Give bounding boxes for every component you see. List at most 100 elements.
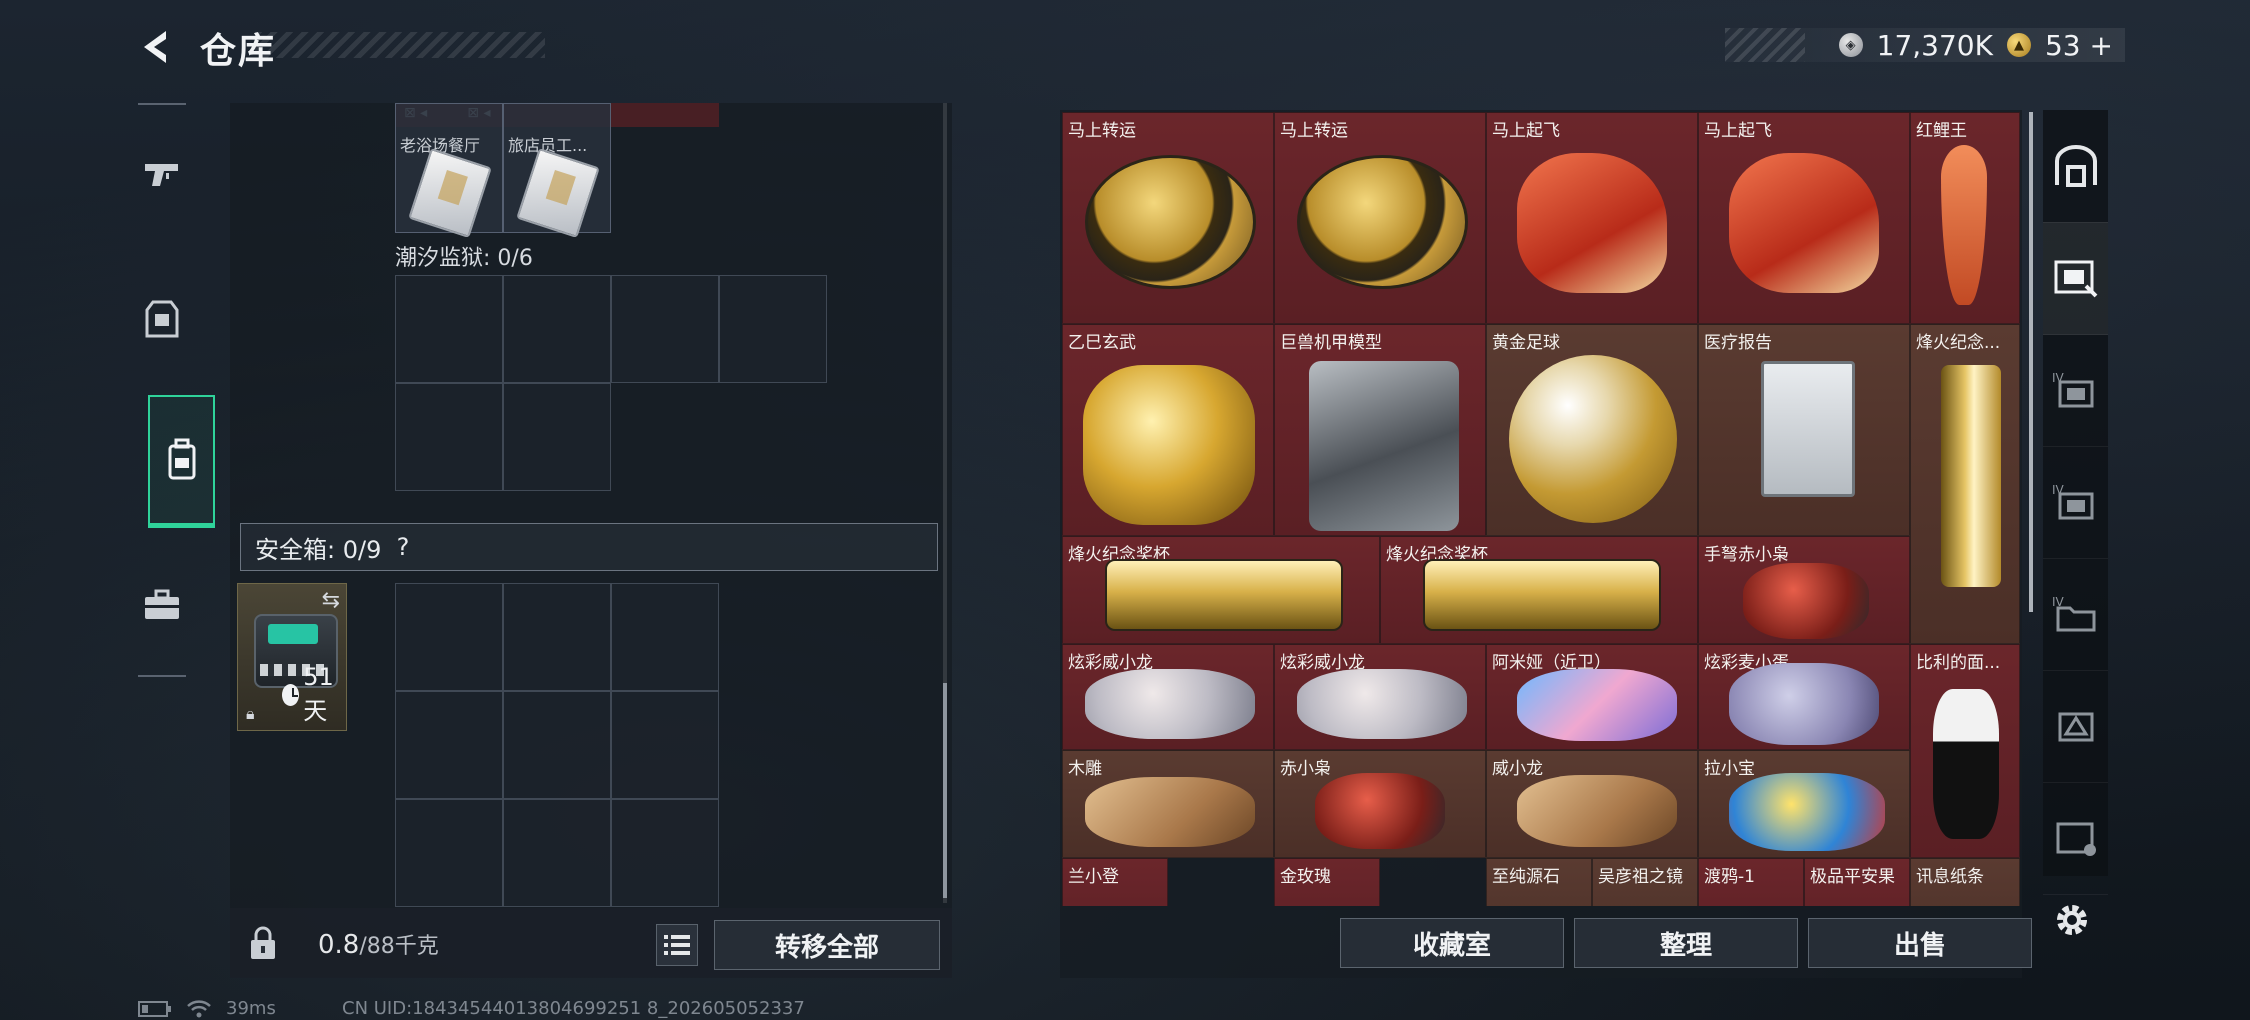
item-name: 马上转运 <box>1068 121 1136 141</box>
wifi-icon <box>187 999 211 1017</box>
item-name: 马上转运 <box>1280 121 1348 141</box>
warehouse-scrollbar[interactable] <box>2029 112 2033 612</box>
back-button[interactable] <box>135 24 181 70</box>
grid-slot[interactable] <box>395 691 503 799</box>
grid-slot[interactable] <box>503 383 611 491</box>
warehouse-item[interactable]: 至纯源石 <box>1486 858 1592 906</box>
tab-warehouse-6[interactable] <box>2043 782 2108 895</box>
warehouse-item[interactable]: 兰小登 <box>1062 858 1168 906</box>
grid-slot[interactable] <box>395 583 503 691</box>
grid-slot[interactable] <box>719 275 827 383</box>
warehouse-slot-icon <box>2054 260 2097 298</box>
warehouse-item[interactable]: 马上转运 <box>1274 112 1486 324</box>
item-keycard-1[interactable]: 老浴场餐厅 <box>395 103 503 239</box>
warehouse-item[interactable]: 黄金足球 <box>1486 324 1698 536</box>
tab-warehouse-1[interactable] <box>2043 222 2108 335</box>
tab-warehouse-2[interactable]: IV <box>2043 334 2108 447</box>
transfer-all-button[interactable]: 转移全部 <box>714 920 940 970</box>
grid-slot[interactable] <box>503 799 611 907</box>
tab-weapons[interactable] <box>138 145 186 205</box>
grid-slot[interactable] <box>395 383 503 491</box>
warehouse-item[interactable]: 马上起飞 <box>1698 112 1910 324</box>
item-name: 乙巳玄武 <box>1068 333 1136 353</box>
warehouse-item[interactable]: 渡鸦-1 <box>1698 858 1804 906</box>
grid-slot[interactable] <box>611 691 719 799</box>
page-title: 仓库 <box>200 31 277 72</box>
warehouse-item[interactable]: 讯息纸条 <box>1910 858 2020 906</box>
warehouse-item[interactable]: 阿米娅（近卫） <box>1486 644 1698 750</box>
category-tabs <box>138 103 215 677</box>
gold-coin-value[interactable]: 53 + <box>2045 29 2113 62</box>
warehouse-item[interactable]: 吴彦祖之镜 <box>1592 858 1698 906</box>
safebox-label: 安全箱: 0/9 <box>255 535 382 564</box>
organize-button[interactable]: 整理 <box>1574 918 1798 968</box>
tab-briefcase[interactable] <box>138 575 186 635</box>
tab-backpack[interactable] <box>148 395 215 528</box>
warehouse-grid: 马上转运 马上转运 马上起飞 马上起飞 红鲤王 乙巳玄武 巨兽机甲模型 黄金足球… <box>1062 112 2020 906</box>
warehouse-item[interactable]: 烽火纪念奖杯 <box>1380 536 1698 644</box>
trophy-icon <box>1423 559 1661 631</box>
sell-button[interactable]: 出售 <box>1808 918 2032 968</box>
item-name: 马上起飞 <box>1704 121 1772 141</box>
warehouse-item[interactable]: 马上转运 <box>1062 112 1274 324</box>
grid-slot[interactable] <box>503 275 611 383</box>
safebox-item[interactable]: ⇆ 🔒︎ 51天 <box>237 583 347 731</box>
inventory-scroll-thumb[interactable] <box>943 683 947 898</box>
grid-slot[interactable] <box>611 799 719 907</box>
tab-overview[interactable] <box>2043 110 2108 223</box>
item-keycard-2[interactable]: 旅店员工... <box>503 103 611 239</box>
safebox-header: 安全箱: 0/9 ? <box>240 523 938 571</box>
grid-slot[interactable] <box>503 691 611 799</box>
warehouse-item[interactable]: 木雕 <box>1062 750 1274 858</box>
vault-icon <box>2054 145 2097 187</box>
warehouse-item[interactable]: 威小龙 <box>1486 750 1698 858</box>
tab-warehouse-3[interactable]: IV <box>2043 446 2108 559</box>
grid-slot[interactable] <box>611 583 719 691</box>
amiya-figure-icon <box>1517 669 1677 741</box>
warehouse-item[interactable]: 比利的面... <box>1910 644 2020 858</box>
warehouse-item[interactable]: 烽火纪念... <box>1910 324 2020 644</box>
safebox-grid <box>395 583 719 907</box>
list-view-button[interactable] <box>656 924 698 966</box>
tab-warehouse-5[interactable] <box>2043 670 2108 783</box>
collection-room-button[interactable]: 收藏室 <box>1340 918 1564 968</box>
bunny-figure-icon <box>1729 663 1879 745</box>
warehouse-item[interactable]: 乙巳玄武 <box>1062 324 1274 536</box>
grid-slot[interactable] <box>395 799 503 907</box>
title-decoration <box>255 32 545 58</box>
warehouse-item[interactable]: 巨兽机甲模型 <box>1274 324 1486 536</box>
warehouse-slot-icon: IV <box>2052 371 2093 408</box>
warehouse-item[interactable]: 炫彩威小龙 <box>1274 644 1486 750</box>
inventory-footer: 0.8/88千克 转移全部 <box>230 908 952 978</box>
warehouse-item[interactable]: 医疗报告 <box>1698 324 1910 536</box>
tab-armor[interactable] <box>138 290 186 350</box>
item-name: 极品平安果 <box>1810 867 1895 887</box>
warehouse-item[interactable]: 极品平安果 <box>1804 858 1910 906</box>
item-name: 至纯源石 <box>1492 867 1560 887</box>
warehouse-item[interactable]: 手弩赤小枭 <box>1698 536 1910 644</box>
lock-button[interactable] <box>238 918 288 968</box>
warehouse-item[interactable]: 烽火纪念奖杯 <box>1062 536 1380 644</box>
warehouse-item[interactable]: 炫彩威小龙 <box>1062 644 1274 750</box>
grid-slot[interactable] <box>611 275 719 383</box>
settings-button[interactable] <box>2050 898 2094 942</box>
lucky-coin-icon <box>1085 155 1256 289</box>
warehouse-item[interactable]: 炫彩麦小蛋 <box>1698 644 1910 750</box>
warehouse-item[interactable]: 金玫瑰 <box>1274 858 1380 906</box>
item-name: 金玫瑰 <box>1280 867 1331 887</box>
grid-slot[interactable] <box>395 275 503 383</box>
warehouse-item[interactable]: 马上起飞 <box>1486 112 1698 324</box>
dragon-figure-icon <box>1517 775 1677 847</box>
grid-slot[interactable] <box>503 583 611 691</box>
warehouse-item[interactable]: 红鲤王 <box>1910 112 2020 324</box>
item-name: 红鲤王 <box>1916 121 1967 141</box>
item-name: 拉小宝 <box>1704 759 1755 779</box>
warehouse-item[interactable]: 拉小宝 <box>1698 750 1910 858</box>
help-icon[interactable]: ? <box>397 533 410 561</box>
item-label: 旅店员工... <box>508 136 588 155</box>
swap-icon[interactable]: ⇆ <box>322 588 340 613</box>
horse-statue-icon <box>1517 153 1667 293</box>
item-name: 马上起飞 <box>1492 121 1560 141</box>
warehouse-item[interactable]: 赤小枭 <box>1274 750 1486 858</box>
tab-warehouse-4[interactable]: IV <box>2043 558 2108 671</box>
